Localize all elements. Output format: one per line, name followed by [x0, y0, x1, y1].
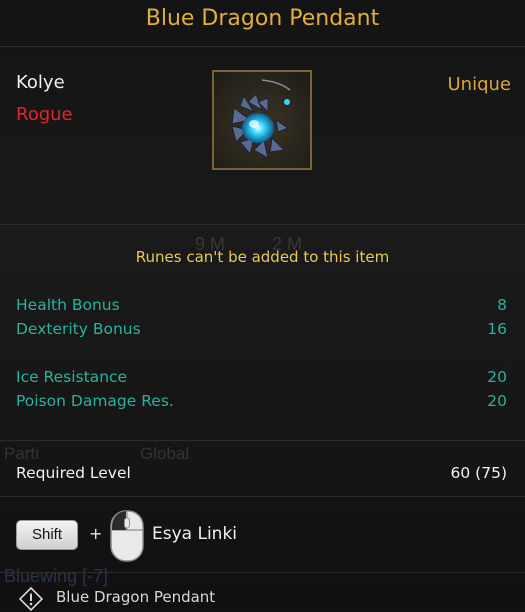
stat-label: Dexterity Bonus — [16, 320, 141, 338]
title-divider — [0, 46, 525, 47]
stat-value: 20 — [487, 368, 507, 386]
item-class: Rogue — [16, 104, 73, 125]
item-tooltip: 9 M 2 M Parti Global Bluewing [-7] Blue … — [0, 0, 525, 612]
item-rarity: Unique — [447, 74, 512, 95]
item-title: Blue Dragon Pendant — [145, 6, 380, 31]
bg-ghost-text-d: Global — [140, 444, 190, 463]
shift-key-icon: Shift — [16, 520, 78, 550]
pendant-icon — [231, 79, 291, 159]
stat-value: 20 — [487, 392, 507, 410]
bg-ghost-text-c: Parti — [4, 444, 39, 463]
header-divider — [0, 224, 525, 225]
item-link-label: Esya Linki — [152, 524, 238, 544]
stats-divider — [0, 440, 525, 441]
stat-label: Health Bonus — [16, 296, 120, 314]
bg-ghost-text-e: Bluewing [-7] — [4, 566, 109, 586]
plus-sign: + — [89, 524, 103, 543]
item-icon-frame — [212, 70, 312, 170]
item-type: Kolye — [16, 72, 65, 93]
info-icon — [18, 586, 44, 612]
stat-label: Ice Resistance — [16, 368, 128, 386]
rune-note: Runes can't be added to this item — [135, 248, 390, 266]
footer-item-name: Blue Dragon Pendant — [56, 588, 216, 606]
mouse-left-click-icon — [110, 510, 144, 562]
stat-value: 8 — [497, 296, 507, 314]
stat-value: 16 — [487, 320, 507, 338]
required-level-label: Required Level — [16, 464, 131, 482]
footer-divider — [0, 572, 525, 573]
required-level-value: 60 (75) — [450, 464, 507, 482]
requirements-divider — [0, 496, 525, 497]
stat-label: Poison Damage Res. — [16, 392, 174, 410]
